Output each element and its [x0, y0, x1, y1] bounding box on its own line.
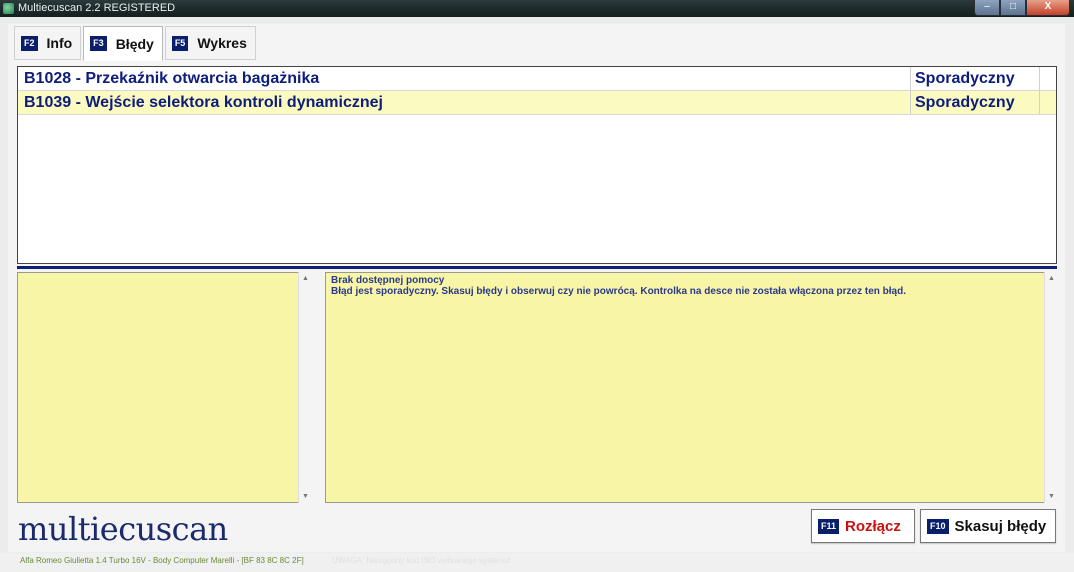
- help-line-1: Brak dostępnej pomocy: [331, 275, 445, 286]
- tab-chart[interactable]: F5 Wykres: [164, 26, 256, 60]
- help-line-2: Błąd jest sporadyczny. Skasuj błędy i ob…: [331, 286, 906, 297]
- error-row[interactable]: B1028 - Przekaźnik otwarcia bagażnika Sp…: [18, 67, 1056, 91]
- f2-key-badge: F2: [21, 35, 38, 51]
- error-status: Sporadyczny: [910, 67, 1037, 90]
- iso-warning: UWAGA: Niezgodny kod ISO wybranego syste…: [332, 556, 511, 565]
- right-scrollbar[interactable]: ▲ ▼: [1044, 272, 1059, 503]
- vehicle-info: Alfa Romeo Giulietta 1.4 Turbo 16V - Bod…: [20, 556, 304, 565]
- tab-info-label: Info: [46, 35, 73, 51]
- f10-key-badge: F10: [927, 518, 949, 534]
- clear-errors-button[interactable]: F10 Skasuj błędy: [920, 509, 1056, 543]
- error-code: B1039 - Wejście selektora kontroli dynam…: [24, 94, 383, 111]
- minimize-button[interactable]: –: [974, 0, 1000, 16]
- error-extra-cell: [1039, 91, 1057, 114]
- error-code: B1028 - Przekaźnik otwarcia bagażnika: [24, 70, 320, 87]
- multiecuscan-logo: multiecuscan: [18, 510, 228, 548]
- close-button[interactable]: X: [1026, 0, 1070, 16]
- f11-key-badge: F11: [818, 518, 840, 534]
- tab-errors-label: Błędy: [115, 35, 154, 52]
- help-pane[interactable]: Brak dostępnej pomocy Błąd jest sporadyc…: [325, 272, 1045, 503]
- f3-key-badge: F3: [90, 36, 107, 51]
- error-row-selected[interactable]: B1039 - Wejście selektora kontroli dynam…: [18, 91, 1056, 115]
- scroll-up-icon[interactable]: ▲: [1048, 275, 1055, 282]
- section-divider: [17, 266, 1057, 269]
- tab-errors[interactable]: F3 Błędy: [83, 26, 163, 61]
- scroll-down-icon[interactable]: ▼: [1048, 493, 1055, 500]
- app-icon: [3, 3, 14, 14]
- disconnect-label: Rozłącz: [845, 517, 901, 535]
- f5-key-badge: F5: [171, 35, 189, 51]
- clear-errors-label: Skasuj błędy: [954, 517, 1047, 535]
- error-extra-cell: [1039, 67, 1057, 90]
- error-list: B1028 - Przekaźnik otwarcia bagażnika Sp…: [17, 66, 1057, 264]
- left-scrollbar[interactable]: ▲ ▼: [298, 272, 313, 503]
- tab-bar: F2 Info F3 Błędy F5 Wykres: [14, 26, 258, 61]
- freeze-frame-pane[interactable]: [17, 272, 299, 503]
- status-bar: Alfa Romeo Giulietta 1.4 Turbo 16V - Bod…: [0, 553, 1074, 572]
- maximize-button[interactable]: □: [1000, 0, 1026, 16]
- help-text: Brak dostępnej pomocy Błąd jest sporadyc…: [331, 275, 906, 297]
- tab-info[interactable]: F2 Info: [14, 26, 82, 60]
- error-status: Sporadyczny: [910, 91, 1037, 114]
- tab-chart-label: Wykres: [197, 35, 247, 51]
- window-controls: – □ X: [974, 0, 1070, 16]
- scroll-down-icon[interactable]: ▼: [302, 493, 309, 500]
- window-title: Multiecuscan 2.2 REGISTERED: [18, 2, 176, 14]
- disconnect-button[interactable]: F11 Rozłącz: [811, 509, 915, 543]
- main-panel: F2 Info F3 Błędy F5 Wykres B1028 - Przek…: [8, 24, 1065, 552]
- title-bar: Multiecuscan 2.2 REGISTERED – □ X: [0, 0, 1074, 17]
- scroll-up-icon[interactable]: ▲: [302, 275, 309, 282]
